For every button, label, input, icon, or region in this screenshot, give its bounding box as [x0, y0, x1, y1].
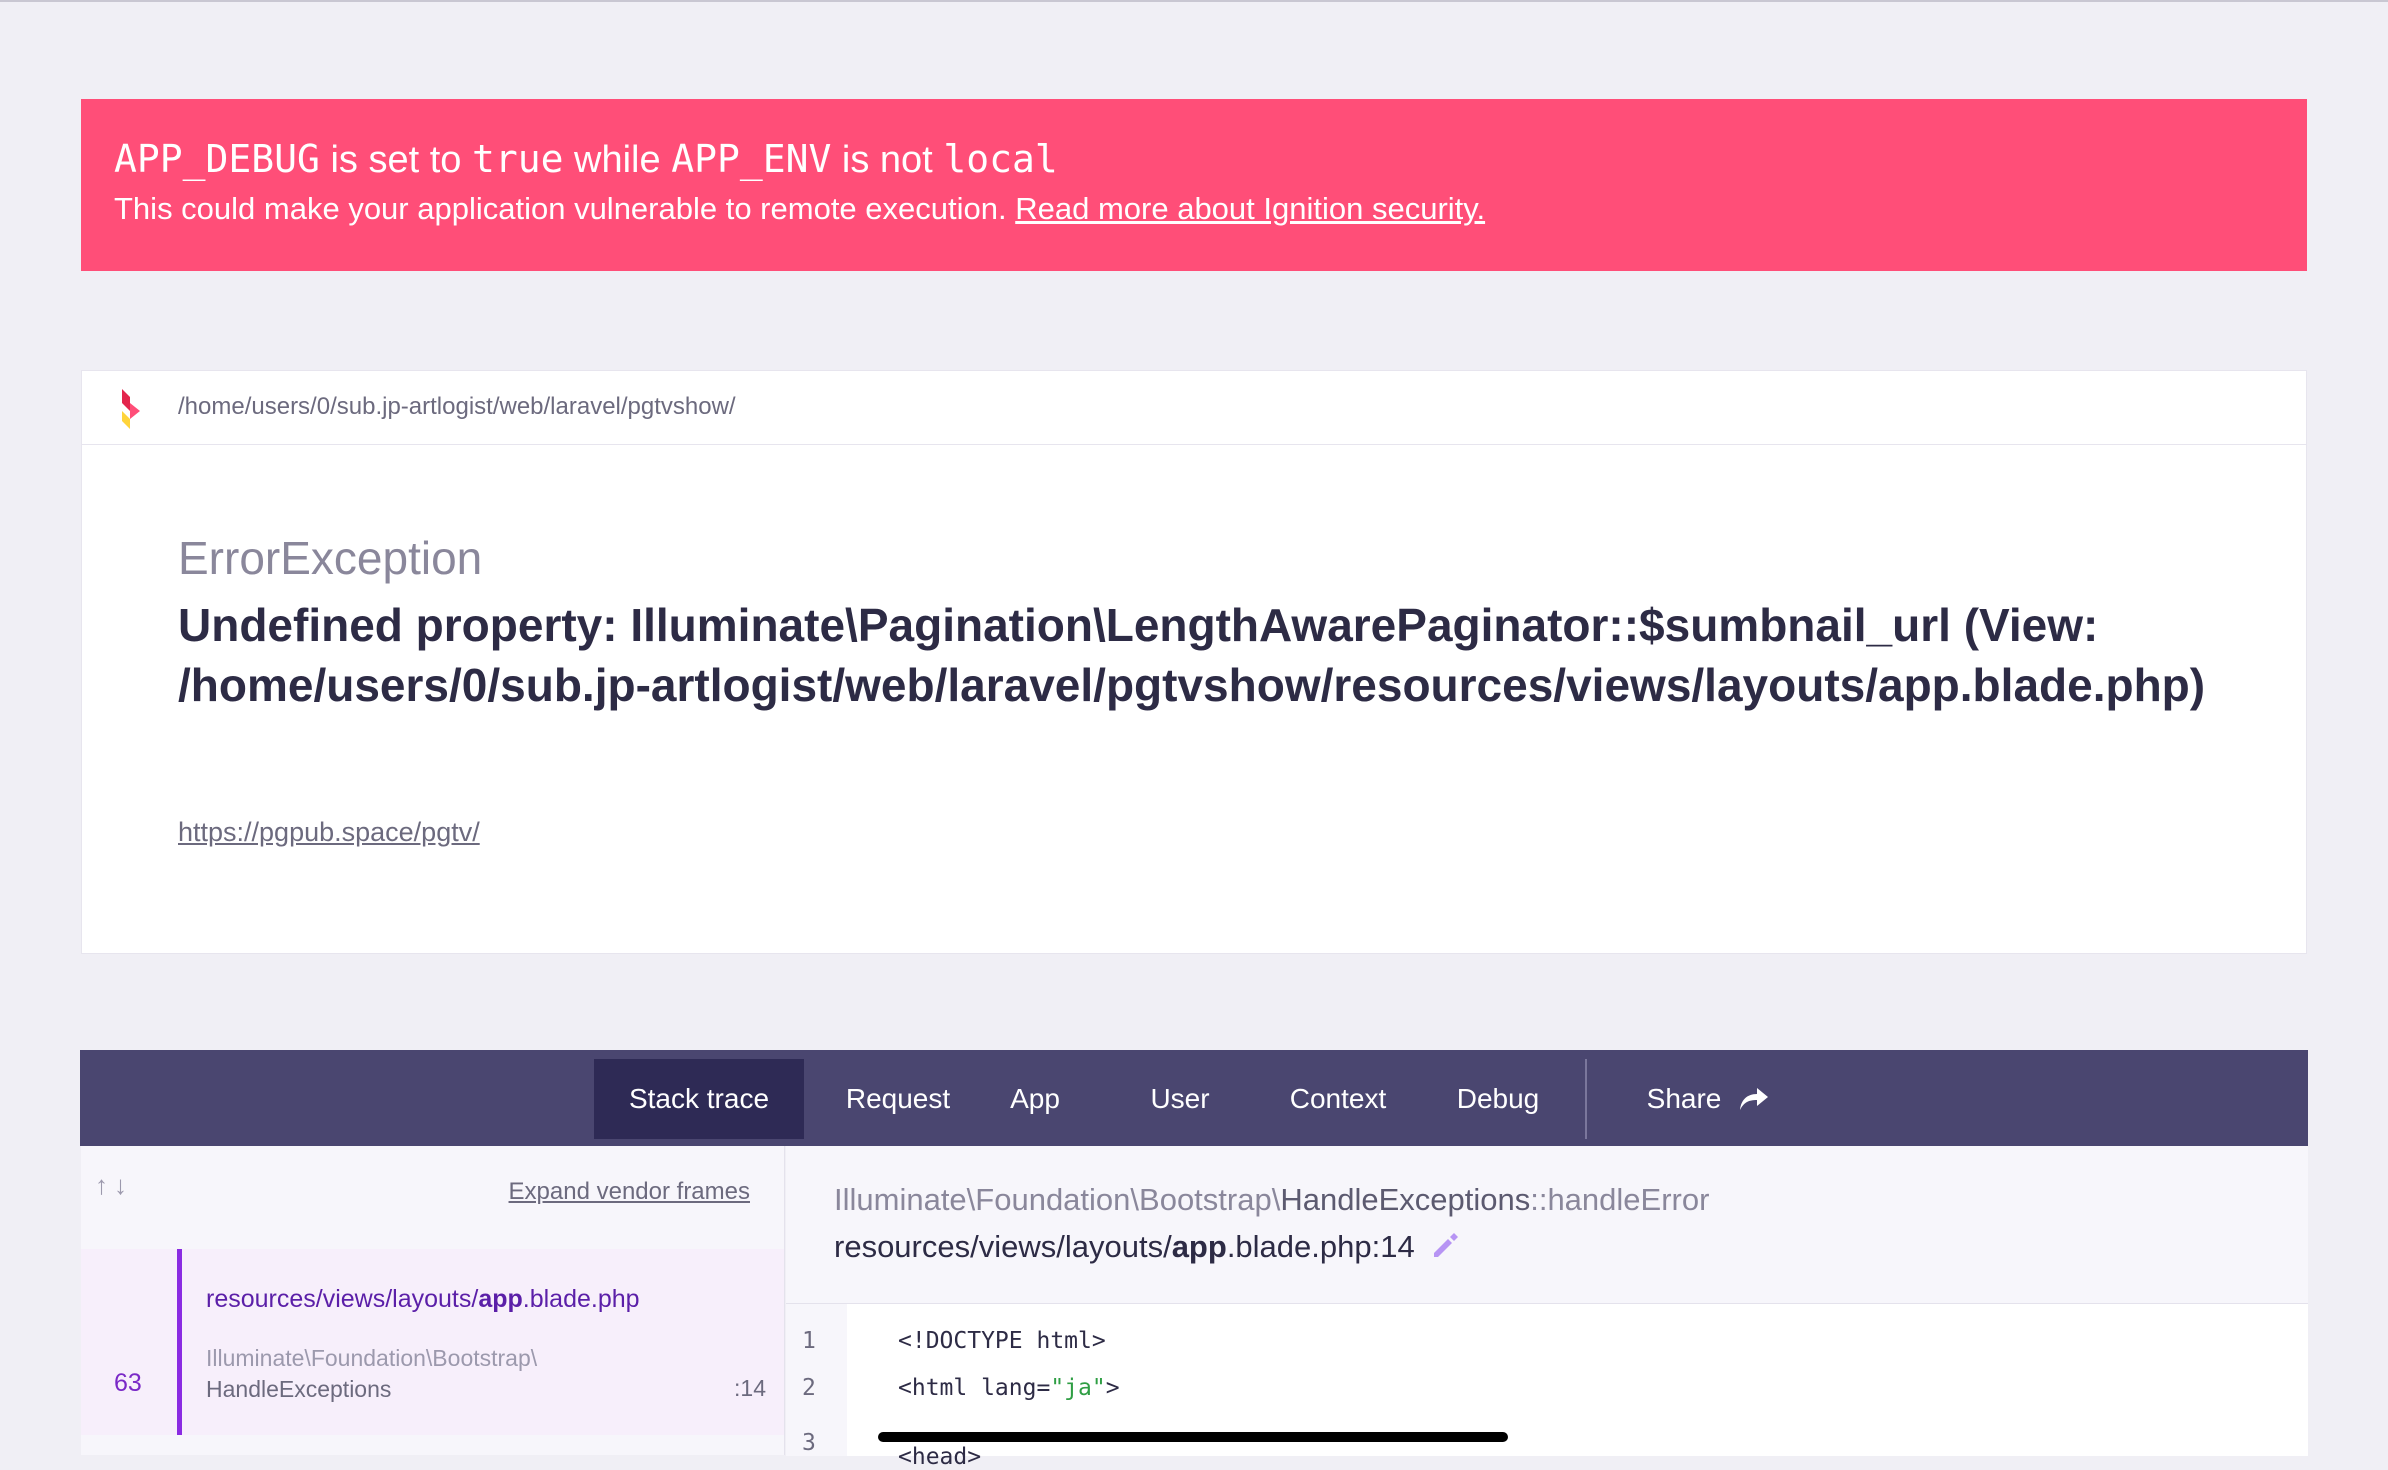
- detail-file-suffix: .blade.php:14: [1226, 1229, 1415, 1264]
- top-border: [0, 0, 2388, 2]
- exception-class: ErrorException: [178, 532, 483, 584]
- code-snippet: 1 2 3 <!DOCTYPE html> <html lang="ja"> <…: [786, 1303, 2308, 1470]
- ignition-logo-icon: [122, 389, 140, 429]
- tab-user[interactable]: User: [1130, 1059, 1230, 1139]
- stack-frames-pane: ↑↓ Expand vendor frames resources/views/…: [81, 1146, 785, 1455]
- warning-text-1: is set to: [319, 139, 472, 181]
- warning-text-2: while: [563, 139, 672, 181]
- frame-file-prefix: resources/views/layouts/: [206, 1285, 479, 1313]
- code-line-1: <!DOCTYPE html>: [898, 1328, 1106, 1354]
- code-line-2-tag: <html lang=: [898, 1375, 1051, 1401]
- stack-frame-selected[interactable]: resources/views/layouts/app.blade.php 63…: [81, 1249, 784, 1435]
- expand-vendor-frames-link[interactable]: Expand vendor frames: [509, 1178, 750, 1206]
- tab-bar: Stack trace Request App User Context Deb…: [80, 1050, 2308, 1146]
- warning-description-text: This could make your application vulnera…: [114, 191, 1007, 226]
- frame-class-namespace: Illuminate\Foundation\Bootstrap\: [206, 1345, 538, 1371]
- security-warning-banner: APP_DEBUG is set to true while APP_ENV i…: [81, 99, 2307, 271]
- share-label: Share: [1646, 1083, 1722, 1114]
- app-env-code: APP_ENV: [671, 137, 832, 181]
- tab-divider: [1585, 1059, 1587, 1139]
- detail-file: resources/views/layouts/app.blade.php:14: [834, 1229, 1459, 1265]
- exception-message: Undefined property: Illuminate\Paginatio…: [178, 599, 2206, 711]
- warning-text-3: is not: [831, 139, 944, 181]
- detail-file-bold: app: [1171, 1229, 1227, 1264]
- code-line-3: <head>: [898, 1444, 982, 1470]
- detail-method: ::handleError: [1530, 1182, 1710, 1217]
- app-debug-code: APP_DEBUG: [114, 137, 320, 181]
- frame-number: 63: [114, 1369, 142, 1397]
- frame-file-bold: app: [478, 1285, 523, 1313]
- share-icon: [1740, 1088, 1769, 1110]
- tab-share[interactable]: Share: [1608, 1059, 1808, 1139]
- frame-class: Illuminate\Foundation\Bootstrap\ HandleE…: [206, 1343, 537, 1405]
- edit-pencil-icon[interactable]: [1431, 1232, 1459, 1260]
- request-url-link[interactable]: https://pgpub.space/pgtv/: [178, 817, 480, 848]
- tab-stack-trace[interactable]: Stack trace: [594, 1059, 804, 1139]
- tab-request[interactable]: Request: [828, 1059, 968, 1139]
- frame-class-name: HandleExceptions: [206, 1376, 392, 1402]
- frame-line-number: :14: [734, 1375, 766, 1401]
- project-path: /home/users/0/sub.jp-artlogist/web/larav…: [178, 393, 736, 420]
- error-card: /home/users/0/sub.jp-artlogist/web/larav…: [81, 370, 2307, 954]
- code-line-2-end: >: [1105, 1375, 1120, 1401]
- line-number-3[interactable]: 3: [802, 1430, 816, 1456]
- tab-context[interactable]: Context: [1268, 1059, 1408, 1139]
- local-code: local: [943, 137, 1058, 181]
- frame-file-suffix: .blade.php: [522, 1285, 640, 1313]
- ignition-security-link[interactable]: Read more about Ignition security.: [1015, 191, 1485, 226]
- detail-class: Illuminate\Foundation\Bootstrap\HandleEx…: [834, 1182, 1709, 1218]
- detail-file-prefix: resources/views/layouts/: [834, 1229, 1172, 1264]
- line-number-2[interactable]: 2: [802, 1375, 816, 1401]
- frame-active-indicator: [177, 1249, 182, 1435]
- frame-file: resources/views/layouts/app.blade.php: [206, 1285, 640, 1314]
- error-card-header: /home/users/0/sub.jp-artlogist/web/larav…: [82, 371, 2306, 445]
- frame-detail-pane: Illuminate\Foundation\Bootstrap\HandleEx…: [786, 1146, 2308, 1470]
- frame-nav-arrows-icon[interactable]: ↑↓: [95, 1170, 133, 1201]
- warning-description: This could make your application vulnera…: [114, 188, 2274, 230]
- tab-app[interactable]: App: [990, 1059, 1080, 1139]
- code-line-2: <html lang="ja">: [898, 1375, 1120, 1401]
- code-line-2-string: "ja": [1050, 1375, 1106, 1401]
- true-code: true: [471, 137, 564, 181]
- tab-debug[interactable]: Debug: [1438, 1059, 1558, 1139]
- detail-class-namespace: Illuminate\Foundation\Bootstrap\: [834, 1182, 1281, 1217]
- detail-class-name: HandleExceptions: [1280, 1182, 1531, 1217]
- redaction-mark: [878, 1432, 1508, 1442]
- line-number-gutter: [786, 1304, 847, 1456]
- line-number-1[interactable]: 1: [802, 1328, 816, 1354]
- warning-title: APP_DEBUG is set to true while APP_ENV i…: [114, 135, 2274, 184]
